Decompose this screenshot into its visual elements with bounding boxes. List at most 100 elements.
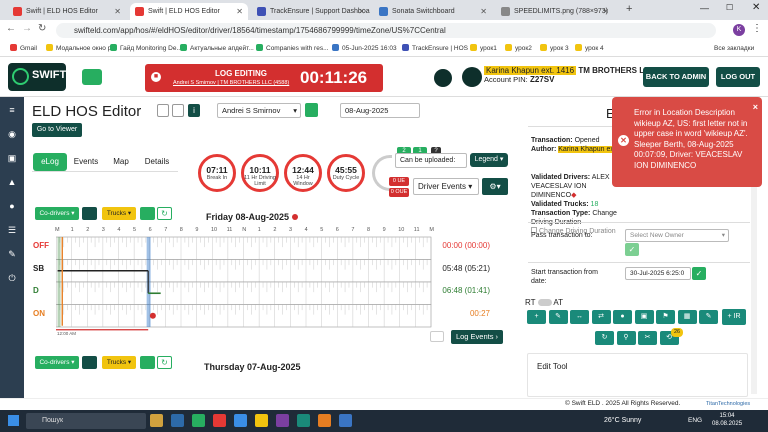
wrench-icon[interactable]: ✎ (6, 249, 18, 259)
eye-icon[interactable] (82, 69, 102, 85)
taskbar-app-icon[interactable] (318, 414, 331, 427)
edit-control-button-row2[interactable]: ↻ (595, 331, 614, 345)
browser-tab[interactable]: Swift | ELD HOS Editor ✕ (130, 3, 248, 20)
trucks-button-2[interactable]: Trucks ▾ (102, 356, 136, 369)
bookmark-item[interactable]: урок1 (470, 43, 497, 55)
new-tab-button[interactable]: + (626, 3, 632, 15)
profile-avatar[interactable]: K (733, 24, 745, 36)
stop-icon[interactable]: ■ (151, 72, 161, 82)
taskbar-app-icon[interactable] (255, 414, 268, 427)
bookmark-item[interactable]: Gmail (10, 43, 37, 55)
browser-tab[interactable]: Swift | ELD HOS Editor ✕ (8, 3, 126, 20)
dashboard-icon[interactable]: ◉ (6, 129, 18, 139)
back-arrow-icon[interactable]: ← (6, 23, 16, 34)
edit-control-button[interactable]: ▣ (634, 310, 654, 324)
browser-tab[interactable]: TrackEnsure | Support Dashboard ✕ (252, 3, 370, 20)
codrivers-button-2[interactable]: Co-drivers ▾ (35, 356, 79, 369)
taskbar-search[interactable]: Пошук (26, 413, 146, 429)
legend-button[interactable]: Legend ▾ (470, 153, 508, 167)
taskbar-app-icon[interactable] (192, 414, 205, 427)
bookmark-item[interactable]: урок 4 (575, 43, 604, 55)
logout-button[interactable]: LOG OUT (716, 67, 760, 87)
window-minimize-icon[interactable]: — (700, 3, 709, 13)
bookmark-item[interactable]: TrackEnsure | HOS (402, 43, 468, 55)
info-icon[interactable]: i (188, 104, 200, 117)
tab-close-icon[interactable]: ✕ (358, 3, 365, 20)
list-icon[interactable]: ☰ (6, 225, 18, 235)
driver-events-select[interactable]: Driver Events ▾ (413, 178, 479, 195)
user-avatar[interactable] (462, 67, 482, 87)
trucks-button[interactable]: Trucks ▾ (102, 207, 136, 220)
settings-gear-icon[interactable]: ⚙▾ (482, 178, 508, 195)
confirm-owner-button[interactable]: ✓ (625, 243, 639, 256)
toast-close-button[interactable]: × (753, 102, 758, 113)
bookmark-item[interactable]: урок2 (505, 43, 532, 55)
refresh-icon-2[interactable]: ↻ (157, 356, 172, 369)
refresh-icon[interactable]: ↻ (157, 207, 172, 220)
start-icon[interactable] (8, 415, 19, 426)
forward-arrow-icon[interactable]: → (22, 23, 32, 34)
go-to-viewer-button[interactable]: Go to Viewer (32, 123, 82, 137)
bookmark-item[interactable]: Companies with res... (256, 43, 329, 55)
tab-close-icon[interactable]: ✕ (114, 3, 121, 20)
bookmark-item[interactable]: 05-Jun-2025 16:03 (332, 43, 397, 55)
tab-details[interactable]: Details (140, 153, 174, 171)
note-icon-small[interactable] (430, 331, 444, 342)
tab-close-icon[interactable]: ✕ (480, 3, 487, 20)
bell-icon[interactable] (434, 69, 452, 87)
truck-icon-2[interactable] (82, 356, 97, 369)
bookmark-item[interactable]: урок 3 (540, 43, 569, 55)
edit-control-button[interactable]: ✎ (699, 310, 718, 324)
date-input[interactable]: 08-Aug-2025 (340, 103, 420, 118)
toggle-switch[interactable] (537, 299, 552, 306)
edit-control-button[interactable]: + (527, 310, 546, 324)
bookmark-item[interactable]: Актуальные апдейт... (180, 43, 254, 55)
tab-map[interactable]: Map (107, 153, 135, 171)
browser-tab[interactable]: Sonata Switchboard ✕ (374, 3, 492, 20)
note-icon[interactable] (172, 104, 184, 117)
ir-button[interactable]: + IR (722, 309, 746, 325)
hos-log-grid[interactable] (56, 235, 434, 341)
upload-icon[interactable] (140, 207, 155, 220)
edit-control-button-row2[interactable]: ⚲ (616, 331, 636, 345)
address-bar[interactable]: swifteld.com/app/hos/#/eldHOS/editor/dri… (56, 23, 716, 38)
taskbar-app-icon[interactable] (171, 414, 184, 427)
menu-icon[interactable]: ≡ (6, 105, 18, 115)
all-bookmarks[interactable]: Все закладки (714, 43, 754, 55)
edit-control-button[interactable]: ▦ (677, 310, 697, 324)
swift-logo[interactable]: SWIFT (8, 63, 66, 91)
edit-control-button[interactable]: ↔ (570, 310, 589, 324)
window-close-icon[interactable]: ✕ (752, 2, 760, 13)
driver-select[interactable]: Andrei S Smirnov ▾ (217, 103, 301, 118)
alert-icon[interactable]: ▲ (6, 177, 18, 187)
taskbar-app-icon[interactable] (213, 414, 226, 427)
truck-icon[interactable]: ▣ (6, 153, 18, 163)
document-icon[interactable] (157, 104, 169, 117)
edit-control-button-row2[interactable]: ✂ (638, 331, 657, 345)
browser-menu-icon[interactable]: ⋮ (752, 23, 762, 34)
taskbar-app-icon[interactable] (339, 414, 352, 427)
start-date-input[interactable]: 30-Jul-2025 6:25:0 (625, 267, 691, 280)
confirm-start-button[interactable]: ✓ (692, 267, 706, 280)
driver-user-button[interactable] (305, 103, 318, 117)
reload-icon[interactable]: ↻ (38, 23, 46, 34)
tab-events[interactable]: Events (70, 153, 102, 171)
tab-close-icon[interactable]: ✕ (236, 3, 243, 20)
browser-tab[interactable]: SPEEDLIMITS.png (788×973) ✕ (496, 3, 614, 20)
new-owner-select[interactable]: Select New Owner ▾ (625, 229, 729, 242)
user-icon[interactable]: ● (6, 201, 18, 211)
upload-icon-2[interactable] (140, 356, 155, 369)
taskbar-app-icon[interactable] (276, 414, 289, 427)
can-be-uploaded-select[interactable]: Can be uploaded: (395, 153, 467, 168)
edit-control-button[interactable]: ✎ (548, 310, 568, 324)
edit-control-button[interactable]: ● (613, 310, 632, 324)
bookmark-item[interactable]: Модальное окно р... (46, 43, 117, 55)
edit-control-button[interactable]: ⚑ (656, 310, 675, 324)
taskbar-app-icon[interactable] (234, 414, 247, 427)
rt-at-toggle[interactable]: RT AT (525, 298, 563, 307)
codrivers-button[interactable]: Co-drivers ▾ (35, 207, 79, 220)
window-maximize-icon[interactable]: ☐ (726, 3, 733, 12)
language-indicator[interactable]: ENG (688, 417, 702, 424)
power-icon[interactable]: ⏻ (6, 273, 18, 283)
taskbar-app-icon[interactable] (297, 414, 310, 427)
